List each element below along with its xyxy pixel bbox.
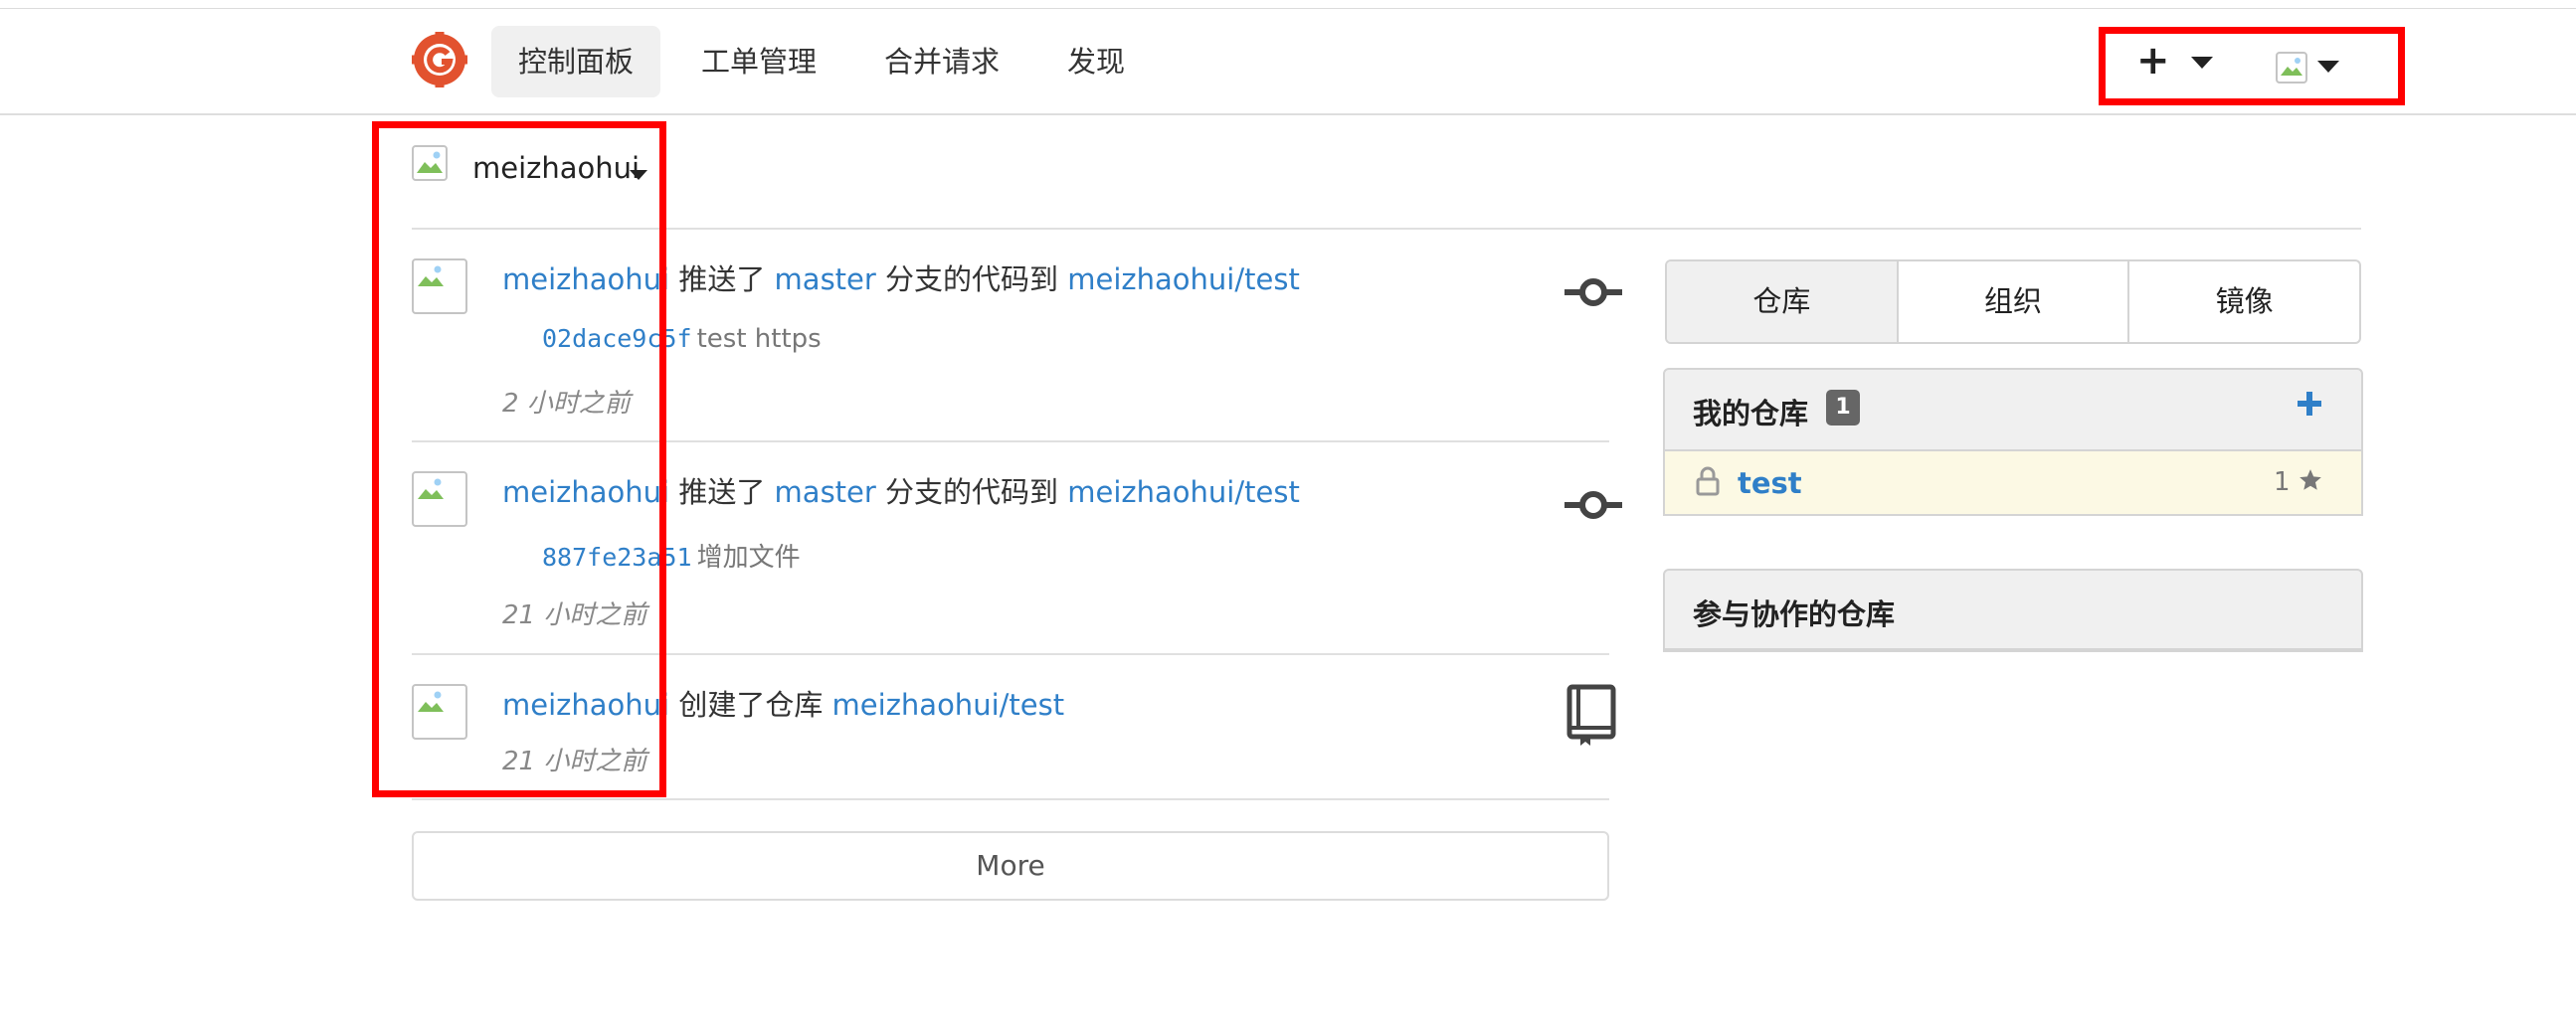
collab-repos-title: 参与协作的仓库 xyxy=(1693,597,1896,631)
more-button[interactable]: More xyxy=(412,831,1609,901)
feed-repo-link[interactable]: meizhaohui/test xyxy=(832,688,1065,722)
feed-action: 分支的代码到 xyxy=(885,262,1059,296)
add-repo-plus-icon[interactable] xyxy=(2296,390,2323,422)
commit-message: test https xyxy=(696,324,822,354)
commit-message: 增加文件 xyxy=(696,543,801,573)
sidebar-tabs: 仓库 组织 镜像 xyxy=(1665,259,2361,344)
gogs-logo-icon[interactable] xyxy=(411,31,468,88)
commit-icon xyxy=(1564,487,1622,527)
commit-icon xyxy=(1564,274,1622,314)
repo-count-badge: 1 xyxy=(1826,390,1860,426)
repo-star-count: 1 xyxy=(2274,467,2291,497)
feed-branch-link[interactable]: master xyxy=(775,262,876,296)
feed-repo-link[interactable]: meizhaohui/test xyxy=(1067,262,1300,296)
feed-branch-link[interactable]: master xyxy=(775,475,876,509)
feed-action: 推送了 xyxy=(678,475,766,509)
lock-icon xyxy=(1696,466,1720,500)
star-icon xyxy=(2298,467,2323,497)
repo-book-icon xyxy=(1566,684,1616,752)
feed-action: 创建了仓库 xyxy=(678,688,824,722)
tab-mirrors[interactable]: 镜像 xyxy=(2127,261,2359,342)
repo-name-link[interactable]: test xyxy=(1738,466,1802,500)
feed-divider xyxy=(412,798,1609,800)
feed-action: 推送了 xyxy=(678,262,766,296)
nav-dashboard[interactable]: 控制面板 xyxy=(491,26,661,97)
context-divider xyxy=(412,228,2361,230)
highlight-box-header-right xyxy=(2099,27,2405,105)
nav-issues[interactable]: 工单管理 xyxy=(674,26,843,97)
my-repos-title: 我的仓库 xyxy=(1693,397,1809,430)
nav-pull-requests[interactable]: 合并请求 xyxy=(857,26,1026,97)
feed-action: 分支的代码到 xyxy=(885,475,1059,509)
nav-explore[interactable]: 发现 xyxy=(1040,26,1152,97)
feed-repo-link[interactable]: meizhaohui/test xyxy=(1067,475,1300,509)
tab-organizations[interactable]: 组织 xyxy=(1896,261,2128,342)
tab-repositories[interactable]: 仓库 xyxy=(1667,261,1897,342)
highlight-box-feed-left xyxy=(372,121,666,797)
